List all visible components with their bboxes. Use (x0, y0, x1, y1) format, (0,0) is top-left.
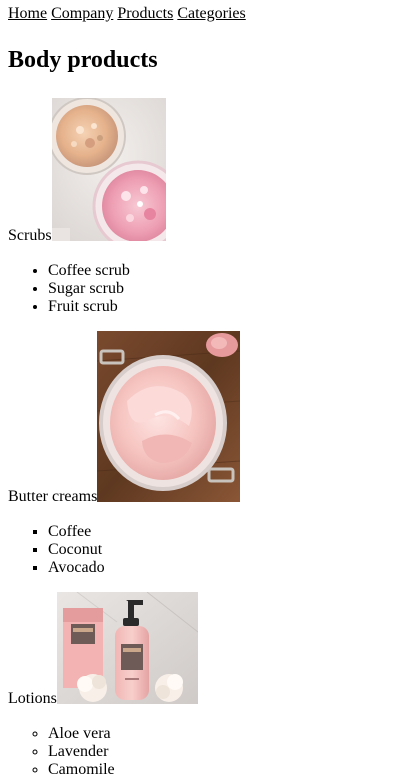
section-butter-creams: Butter creams (8, 331, 241, 505)
lotions-list: Aloe vera Lavender Camomile (0, 725, 115, 779)
butter-cream-image (97, 331, 241, 502)
scrubs-image (51, 98, 166, 241)
section-label-lotions: Lotions (8, 690, 57, 707)
section-label-scrubs: Scrubs (8, 227, 52, 244)
nav-link-products[interactable]: Products (117, 5, 173, 22)
top-nav: Home Company Products Categories (8, 5, 246, 23)
list-item: Coffee scrub (48, 262, 130, 280)
list-item: Sugar scrub (48, 280, 130, 298)
list-item: Coffee (48, 523, 105, 541)
list-item: Aloe vera (48, 725, 115, 743)
list-item: Fruit scrub (48, 298, 130, 316)
list-item: Camomile (48, 761, 115, 779)
butter-creams-list: Coffee Coconut Avocado (0, 523, 105, 577)
section-label-butter-creams: Butter creams (8, 488, 98, 505)
section-scrubs: Scrubs (8, 98, 166, 244)
list-item: Lavender (48, 743, 115, 761)
list-item: Coconut (48, 541, 105, 559)
scrubs-list: Coffee scrub Sugar scrub Fruit scrub (0, 262, 130, 316)
nav-link-company[interactable]: Company (51, 5, 113, 22)
page-title: Body products (8, 47, 158, 73)
nav-link-home[interactable]: Home (8, 5, 47, 22)
nav-link-categories[interactable]: Categories (177, 5, 245, 22)
lotion-image (56, 592, 198, 704)
section-lotions: Lotions (8, 592, 198, 707)
list-item: Avocado (48, 559, 105, 577)
